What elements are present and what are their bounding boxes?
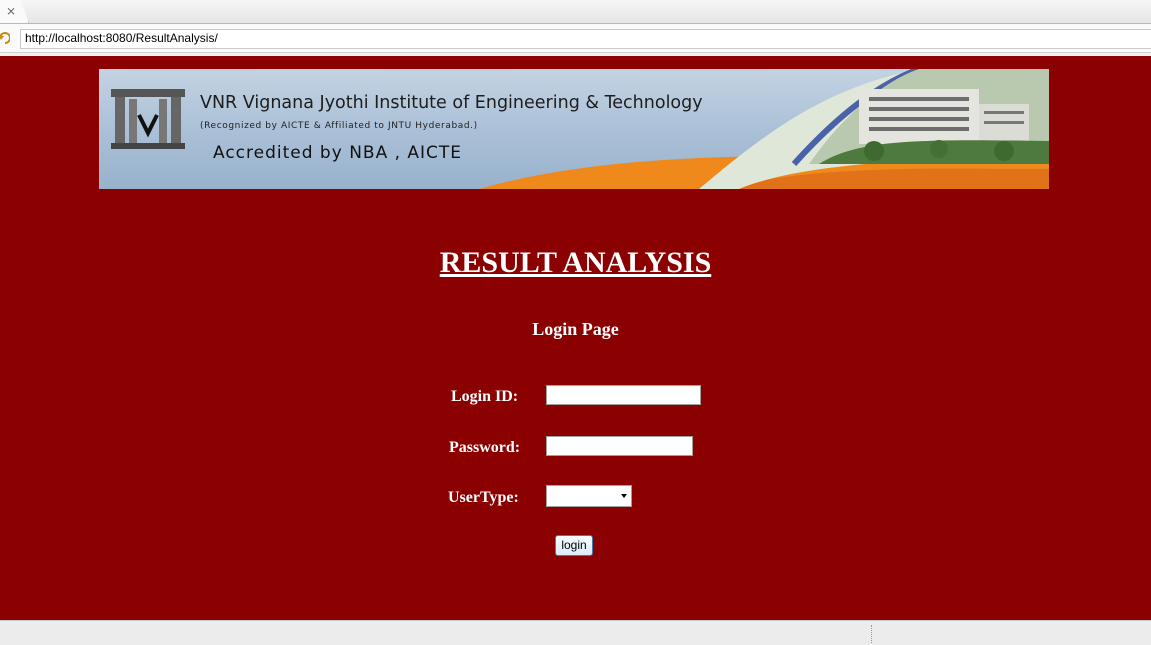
login-button[interactable]: login [555,535,593,556]
password-input[interactable] [546,436,693,456]
page-title: RESULT ANALYSIS [439,246,712,279]
password-label: Password: [449,439,521,456]
accreditation-text: Accredited by NBA , AICTE [213,143,463,163]
institute-name: VNR Vignana Jyothi Institute of Engineer… [200,93,703,113]
page-subtitle: Login Page [532,319,619,339]
browser-tab-bar: ⨯ [0,0,1151,24]
chevron-down-icon [621,494,627,498]
browser-tab[interactable]: ⨯ [0,0,29,23]
refresh-icon[interactable] [0,31,10,45]
usertype-select[interactable] [546,485,632,507]
close-tab-icon[interactable]: ⨯ [4,4,18,18]
url-text: http://localhost:8080/ResultAnalysis/ [25,31,218,45]
url-input[interactable]: http://localhost:8080/ResultAnalysis/ [20,29,1151,49]
institute-logo [111,89,185,149]
status-bar [0,620,1151,645]
institute-banner: VNR Vignana Jyothi Institute of Engineer… [99,69,1049,189]
recognition-text: (Recognized by AICTE & Affiliated to JNT… [200,121,478,131]
address-bar: http://localhost:8080/ResultAnalysis/ [0,24,1151,53]
status-divider [871,625,872,643]
login-id-label: Login ID: [451,388,519,405]
login-id-input[interactable] [546,385,701,405]
page-body: VNR Vignana Jyothi Institute of Engineer… [0,56,1151,620]
usertype-label: UserType: [448,489,519,506]
